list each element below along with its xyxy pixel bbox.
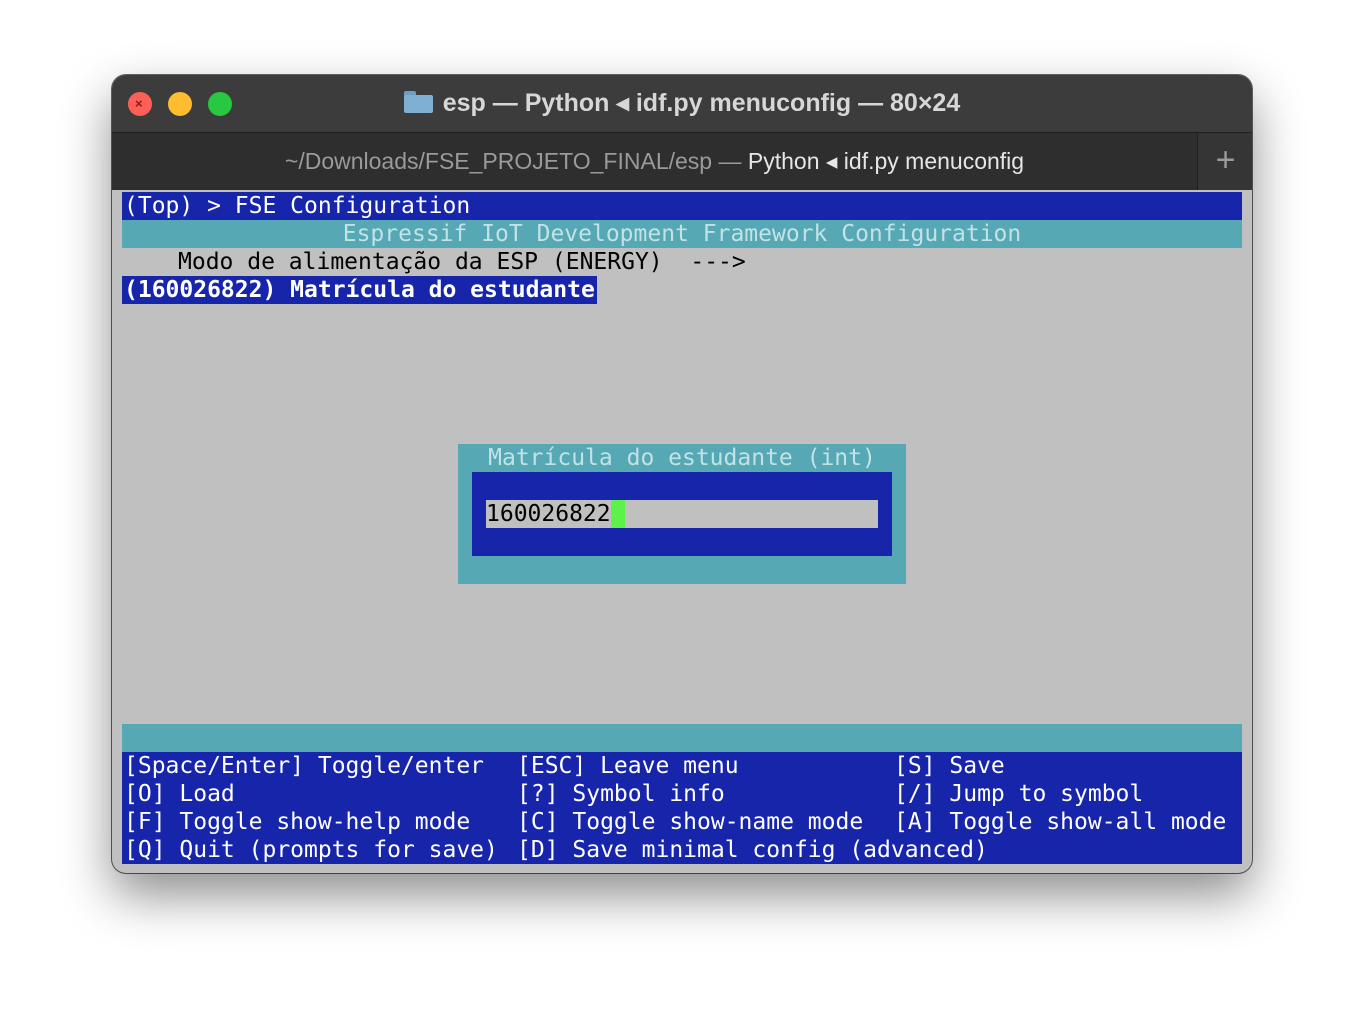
help-minimal: [D] Save minimal config (advanced) bbox=[517, 837, 988, 863]
dialog-title: Matrícula do estudante (int) bbox=[488, 445, 876, 471]
terminal-content[interactable]: (Top) > FSE Configuration Espressif IoT … bbox=[122, 192, 1242, 864]
app-title: Espressif IoT Development Framework Conf… bbox=[122, 220, 1242, 248]
window-title: esp — Python ◂ idf.py menuconfig — 80×24 bbox=[442, 89, 961, 117]
input-dialog: Matrícula do estudante (int) 160026822 bbox=[458, 444, 906, 584]
help-save: [S] Save bbox=[894, 753, 1005, 779]
help-quit: [Q] Quit (prompts for save) bbox=[124, 837, 498, 863]
help-help-mode: [F] Toggle show-help mode bbox=[124, 809, 471, 835]
help-name-mode: [C] Toggle show-name mode bbox=[517, 809, 864, 835]
breadcrumb: (Top) > FSE Configuration bbox=[122, 192, 1242, 220]
matricula-input[interactable]: 160026822 bbox=[486, 500, 878, 528]
help-space-enter: [Space/Enter] Toggle/enter bbox=[124, 753, 485, 779]
help-jump: [/] Jump to symbol bbox=[894, 781, 1144, 807]
tab-process: Python ◂ idf.py menuconfig bbox=[747, 148, 1025, 174]
plus-icon: + bbox=[1215, 141, 1236, 179]
title-bar[interactable]: × esp — Python ◂ idf.py menuconfig — 80×… bbox=[112, 75, 1252, 132]
menu-item-matricula[interactable]: (160026822) Matrícula do estudante bbox=[122, 276, 597, 304]
help-load: [O] Load bbox=[124, 781, 235, 807]
help-bar: [Space/Enter] Toggle/enter [ESC] Leave m… bbox=[122, 752, 1242, 864]
help-all-mode: [A] Toggle show-all mode bbox=[894, 809, 1227, 835]
tab-path: ~/Downloads/FSE_PROJETO_FINAL/esp — bbox=[284, 148, 742, 174]
tab-bar: ~/Downloads/FSE_PROJETO_FINAL/esp — Pyth… bbox=[112, 132, 1252, 190]
terminal-window: × esp — Python ◂ idf.py menuconfig — 80×… bbox=[112, 75, 1252, 873]
window-title-container: esp — Python ◂ idf.py menuconfig — 80×24 bbox=[112, 88, 1252, 118]
text-cursor bbox=[610, 500, 625, 528]
dialog-body: 160026822 bbox=[472, 472, 892, 556]
tab-active[interactable]: ~/Downloads/FSE_PROJETO_FINAL/esp — Pyth… bbox=[112, 147, 1197, 175]
new-tab-button[interactable]: + bbox=[1197, 133, 1252, 190]
help-esc: [ESC] Leave menu bbox=[517, 753, 739, 779]
help-symbol-info: [?] Symbol info bbox=[517, 781, 725, 807]
folder-icon bbox=[403, 91, 433, 113]
menu-item-energy[interactable]: Modo de alimentação da ESP (ENERGY) ---> bbox=[122, 248, 746, 276]
separator-bar bbox=[122, 724, 1242, 752]
input-value: 160026822 bbox=[486, 501, 611, 527]
